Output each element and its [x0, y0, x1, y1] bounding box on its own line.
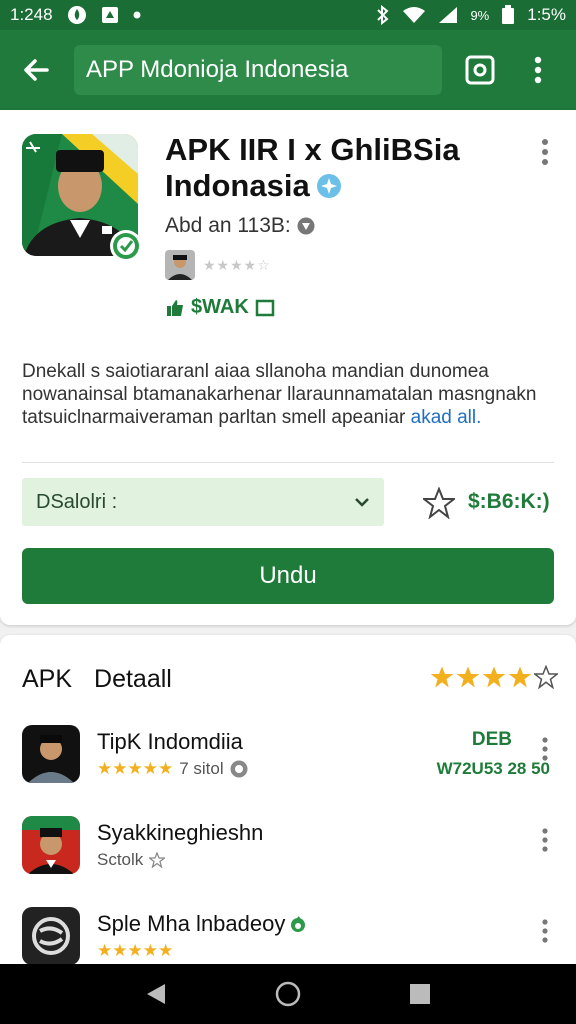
star-icon: [430, 666, 454, 688]
developer-line: ★★★★☆: [165, 250, 271, 280]
developer-avatar[interactable]: [165, 250, 195, 280]
arrow-back-icon: [24, 59, 49, 81]
verified-leaf-icon: [291, 916, 306, 932]
read-more-link[interactable]: akad all.: [411, 407, 482, 428]
verified-badge: [110, 230, 142, 262]
list-item-meta: Sctolk: [97, 850, 144, 869]
rating-stars: ★★★★★: [97, 941, 174, 960]
list-item-icon: [22, 907, 80, 965]
app-description: Dnekall s saiotiararanl aiaa sllanoha ma…: [22, 360, 542, 429]
chevron-down-icon: [354, 497, 370, 507]
list-item-menu-button[interactable]: [538, 917, 552, 945]
list-item-sub: Sctolk: [97, 850, 166, 870]
wifi-icon: [402, 6, 426, 24]
list-item[interactable]: TipK Indomdiia ★★★★★ 7 sitol DEB W72U53 …: [22, 725, 554, 789]
star-icon: [482, 666, 506, 688]
price-tag: $:B6:K:): [468, 490, 550, 513]
star-icon: [508, 666, 532, 688]
verified-star-icon: [316, 174, 341, 198]
search-input[interactable]: APP Mdonioja Indonesia: [74, 45, 442, 95]
battery-percent: 1:5%: [527, 5, 566, 24]
status-bar: 1:248 9% 1:5%: [0, 0, 576, 30]
info-icon: [297, 217, 315, 235]
list-item-right: DEB W72U53 28 50: [437, 729, 550, 779]
overflow-menu-icon: [542, 828, 548, 852]
check-circle-icon: [113, 233, 139, 259]
notification-icon: [67, 5, 87, 25]
app-card-menu-button[interactable]: [538, 138, 552, 166]
list-item-title: Sple Mha lnbadeoy: [97, 911, 307, 937]
list-item-version: W72U53 28 50: [436, 759, 550, 778]
divider: [22, 462, 554, 463]
star-outline-icon: [423, 487, 455, 519]
app-title-line1: APK IIR I x GhliBSia: [165, 132, 460, 167]
camera-button[interactable]: [464, 54, 496, 86]
thumbs-up-icon: [167, 299, 183, 316]
overflow-menu-button[interactable]: [528, 50, 548, 90]
download-button[interactable]: Undu: [22, 548, 554, 604]
details-rating: [430, 665, 558, 689]
app-title: APK IIR I x GhliBSia Indonasia: [165, 132, 505, 204]
select-value: DSalolri :: [36, 490, 118, 513]
list-item-title: Syakkineghieshn: [97, 820, 264, 845]
version-select[interactable]: DSalolri :: [22, 478, 384, 526]
tab-details[interactable]: Detaall: [94, 665, 172, 694]
overflow-menu-icon: [542, 139, 548, 165]
battery-icon: [501, 5, 515, 25]
overflow-menu-icon: [534, 56, 542, 84]
back-button[interactable]: [14, 48, 58, 92]
list-item-menu-button[interactable]: [538, 735, 552, 763]
system-nav-bar: [0, 964, 576, 1024]
star-outline-icon: [149, 852, 166, 868]
square-icon: [255, 299, 275, 316]
list-item-price: DEB: [471, 729, 512, 750]
developer-rating-stars: ★★★★☆: [203, 256, 271, 273]
price-line: $WAK: [165, 296, 275, 319]
list-item-sub: ★★★★★ 7 sitol: [97, 759, 248, 779]
overflow-menu-icon: [542, 919, 548, 943]
star-outline-icon: [534, 665, 558, 689]
camera-icon: [465, 55, 495, 85]
app-size-line: Abd an 113B:: [165, 214, 315, 238]
dot-icon: [133, 11, 141, 19]
tab-apk[interactable]: APK: [22, 665, 72, 694]
info-icon: [230, 760, 248, 778]
app-bar: APP Mdonioja Indonesia: [0, 30, 576, 110]
overflow-menu-icon: [542, 737, 548, 761]
favorite-button[interactable]: [422, 486, 456, 520]
battery-text: 9%: [470, 7, 490, 23]
details-card: APK Detaall TipK Indomdiia ★★★★★ 7 sitol…: [0, 635, 576, 965]
list-item-sub: ★★★★★: [97, 941, 173, 961]
circle-home-icon: [275, 981, 301, 1007]
status-time: 1:248: [10, 5, 53, 24]
list-item[interactable]: Sple Mha lnbadeoy ★★★★★: [22, 907, 554, 971]
app-size: Abd an 113B:: [165, 214, 291, 237]
app-detail-card: APK IIR I x GhliBSia Indonasia Abd an 11…: [0, 110, 576, 625]
list-item-meta: 7 sitol: [179, 759, 224, 778]
app-notification-icon: [101, 6, 119, 24]
list-item-title-text: Sple Mha lnbadeoy: [97, 911, 286, 936]
bluetooth-icon: [376, 5, 390, 25]
details-header: APK Detaall: [22, 665, 172, 694]
star-icon: [456, 666, 480, 688]
triangle-back-icon: [147, 984, 165, 1004]
list-item-icon: [22, 816, 80, 874]
square-recents-icon: [410, 984, 430, 1004]
app-title-line2: Indonasia: [165, 168, 310, 203]
list-item-title: TipK Indomdiia: [97, 729, 243, 754]
price-label: $WAK: [191, 296, 249, 318]
list-item-icon: [22, 725, 80, 783]
nav-recents-button[interactable]: [400, 974, 440, 1014]
list-item[interactable]: Syakkineghieshn Sctolk: [22, 816, 554, 880]
rating-stars: ★★★★★: [97, 759, 174, 778]
nav-home-button[interactable]: [268, 974, 308, 1014]
signal-icon: [438, 6, 458, 24]
list-item-menu-button[interactable]: [538, 826, 552, 854]
nav-back-button[interactable]: [136, 974, 176, 1014]
